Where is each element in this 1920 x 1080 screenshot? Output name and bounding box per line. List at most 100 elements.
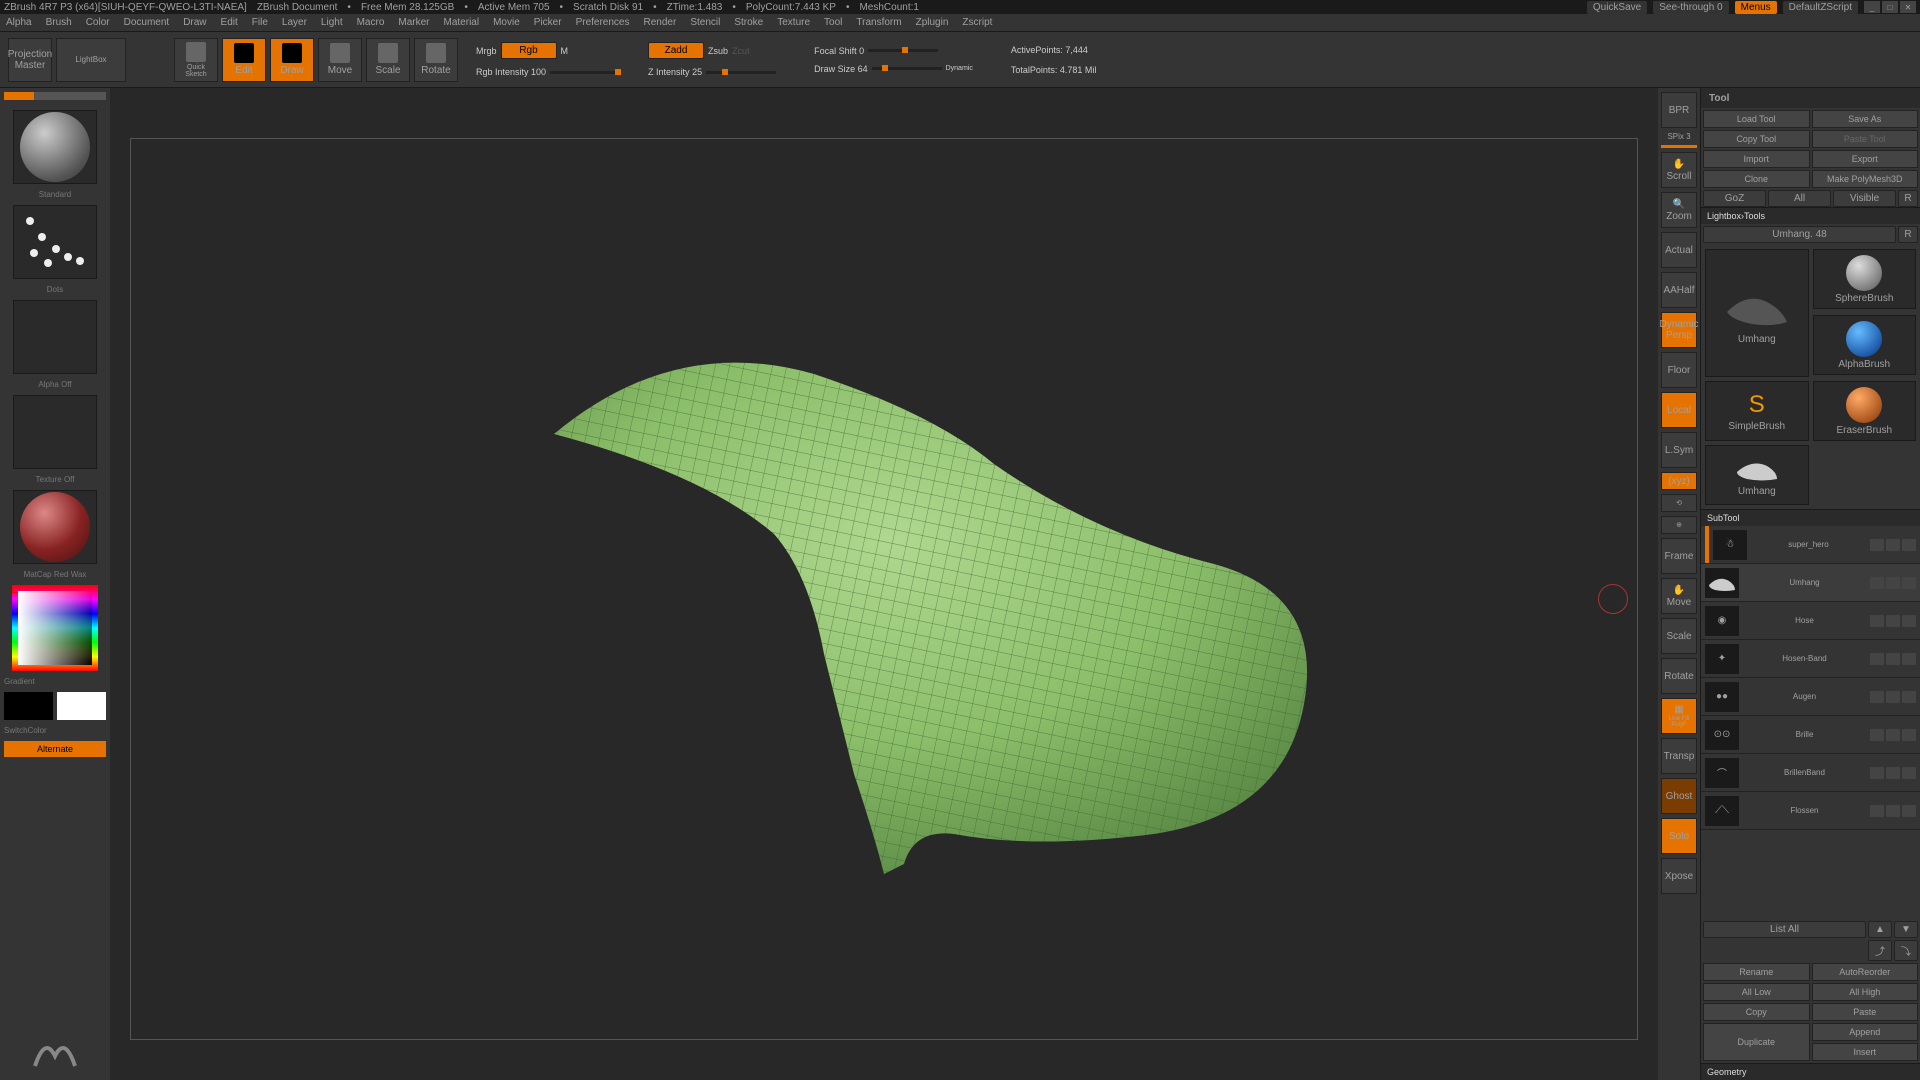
tool-thumb-sphere[interactable]: SphereBrush xyxy=(1813,249,1917,309)
ghost-button[interactable]: Ghost xyxy=(1661,778,1697,814)
z-intensity-slider[interactable] xyxy=(722,69,728,75)
menu-alpha[interactable]: Alpha xyxy=(6,17,32,28)
insert-button[interactable]: Insert xyxy=(1812,1043,1919,1061)
seethrough-slider[interactable]: See-through 0 xyxy=(1653,1,1728,14)
focal-shift-slider[interactable] xyxy=(902,47,908,53)
xyz-button[interactable]: (xyz) xyxy=(1661,472,1697,490)
menu-movie[interactable]: Movie xyxy=(493,17,520,28)
arrow-down-icon[interactable]: ▼ xyxy=(1894,921,1918,938)
goz-all-button[interactable]: All xyxy=(1768,190,1831,207)
subtool-row[interactable]: ✦ Hosen-Band xyxy=(1701,640,1920,678)
draw-size-slider[interactable] xyxy=(882,65,888,71)
material-selector[interactable] xyxy=(13,490,97,564)
zsub-button[interactable]: Zsub xyxy=(708,46,728,56)
tool-thumb-eraser[interactable]: EraserBrush xyxy=(1813,381,1917,441)
list-all-button[interactable]: List All xyxy=(1703,921,1866,938)
rgb-button[interactable]: Rgb xyxy=(501,42,557,59)
projection-master-button[interactable]: Projection Master xyxy=(8,38,52,82)
zadd-button[interactable]: Zadd xyxy=(648,42,704,59)
goz-button[interactable]: GoZ xyxy=(1703,190,1766,207)
eye-icon[interactable] xyxy=(1902,539,1916,551)
menu-file[interactable]: File xyxy=(252,17,268,28)
frame-button[interactable]: Frame xyxy=(1661,538,1697,574)
stroke-selector[interactable] xyxy=(13,205,97,279)
mrgb-button[interactable]: Mrgb xyxy=(476,46,497,56)
subtool-row[interactable]: ●● Augen xyxy=(1701,678,1920,716)
persp-button[interactable]: Dynamic Persp xyxy=(1661,312,1697,348)
min-icon[interactable]: _ xyxy=(1864,1,1880,13)
menu-layer[interactable]: Layer xyxy=(282,17,307,28)
brush-opt-icon[interactable] xyxy=(1886,577,1900,589)
subtool-row[interactable]: ⟋⟍ Flossen xyxy=(1701,792,1920,830)
copy-subtool-button[interactable]: Copy xyxy=(1703,1003,1810,1021)
subtool-row[interactable]: ⌒ BrillenBand xyxy=(1701,754,1920,792)
close-icon[interactable]: ✕ xyxy=(1900,1,1916,13)
menu-texture[interactable]: Texture xyxy=(777,17,810,28)
max-icon[interactable]: □ xyxy=(1882,1,1898,13)
actual-button[interactable]: Actual xyxy=(1661,232,1697,268)
switchcolor-button[interactable]: SwitchColor xyxy=(4,726,106,735)
menu-edit[interactable]: Edit xyxy=(221,17,238,28)
rotate-y-button[interactable]: ⟲ xyxy=(1661,494,1697,512)
polymesh-button[interactable]: Make PolyMesh3D xyxy=(1812,170,1919,188)
quicksave-button[interactable]: QuickSave xyxy=(1587,1,1647,14)
texture-selector[interactable] xyxy=(13,395,97,469)
rotate-3d-button[interactable]: Rotate xyxy=(1661,658,1697,694)
menus-toggle[interactable]: Menus xyxy=(1735,1,1777,14)
move-up-icon[interactable]: ⤴ xyxy=(1868,940,1892,961)
rotate-z-button[interactable]: ⊕ xyxy=(1661,516,1697,534)
color-picker[interactable] xyxy=(12,585,98,671)
menu-color[interactable]: Color xyxy=(86,17,110,28)
canvas[interactable] xyxy=(110,88,1658,1080)
scroll-button[interactable]: ✋Scroll xyxy=(1661,152,1697,188)
menu-transform[interactable]: Transform xyxy=(856,17,901,28)
tool-thumb-alpha[interactable]: AlphaBrush xyxy=(1813,315,1917,375)
menu-stencil[interactable]: Stencil xyxy=(690,17,720,28)
menu-preferences[interactable]: Preferences xyxy=(576,17,630,28)
default-script[interactable]: DefaultZScript xyxy=(1783,1,1858,14)
menu-draw[interactable]: Draw xyxy=(183,17,206,28)
menu-zplugin[interactable]: Zplugin xyxy=(916,17,949,28)
export-button[interactable]: Export xyxy=(1812,150,1919,168)
autoreorder-button[interactable]: AutoReorder xyxy=(1812,963,1919,981)
subtool-row[interactable]: ☃ super_hero xyxy=(1701,526,1920,564)
brush-selector[interactable] xyxy=(13,110,97,184)
aahalf-button[interactable]: AAHalf xyxy=(1661,272,1697,308)
paste-tool-button[interactable]: Paste Tool xyxy=(1812,130,1919,148)
menu-material[interactable]: Material xyxy=(444,17,480,28)
transp-button[interactable]: Transp xyxy=(1661,738,1697,774)
spix-label[interactable]: SPix 3 xyxy=(1667,132,1690,141)
m-button[interactable]: M xyxy=(561,46,569,56)
import-button[interactable]: Import xyxy=(1703,150,1810,168)
append-button[interactable]: Append xyxy=(1812,1023,1919,1041)
solo-button[interactable]: Solo xyxy=(1661,818,1697,854)
edit-mode-button[interactable]: Edit xyxy=(222,38,266,82)
duplicate-button[interactable]: Duplicate xyxy=(1703,1023,1810,1061)
copy-tool-button[interactable]: Copy Tool xyxy=(1703,130,1810,148)
xpose-button[interactable]: Xpose xyxy=(1661,858,1697,894)
menu-marker[interactable]: Marker xyxy=(398,17,429,28)
move-3d-button[interactable]: ✋Move xyxy=(1661,578,1697,614)
bpr-button[interactable]: BPR xyxy=(1661,92,1697,128)
tool-thumb-umhang2[interactable]: Umhang xyxy=(1705,445,1809,505)
dynamic-toggle[interactable]: Dynamic xyxy=(946,65,973,72)
arrow-up-icon[interactable]: ▲ xyxy=(1868,921,1892,938)
paint-icon[interactable] xyxy=(1870,539,1884,551)
goz-r-button[interactable]: R xyxy=(1898,190,1918,207)
lsym-button[interactable]: L.Sym xyxy=(1661,432,1697,468)
move-mode-button[interactable]: Move xyxy=(318,38,362,82)
scale-mode-button[interactable]: Scale xyxy=(366,38,410,82)
zcut-button[interactable]: Zcut xyxy=(732,46,750,56)
menu-stroke[interactable]: Stroke xyxy=(734,17,763,28)
local-button[interactable]: Local xyxy=(1661,392,1697,428)
subtool-row[interactable]: ⊙⊙ Brille xyxy=(1701,716,1920,754)
menu-render[interactable]: Render xyxy=(644,17,677,28)
current-tool-name[interactable]: Umhang. 48 xyxy=(1703,226,1896,243)
subtool-row[interactable]: ◉ Hose xyxy=(1701,602,1920,640)
allhigh-button[interactable]: All High xyxy=(1812,983,1919,1001)
subtool-header[interactable]: SubTool xyxy=(1701,509,1920,526)
menu-picker[interactable]: Picker xyxy=(534,17,562,28)
color-black[interactable] xyxy=(4,692,53,720)
goz-visible-button[interactable]: Visible xyxy=(1833,190,1896,207)
load-tool-button[interactable]: Load Tool xyxy=(1703,110,1810,128)
